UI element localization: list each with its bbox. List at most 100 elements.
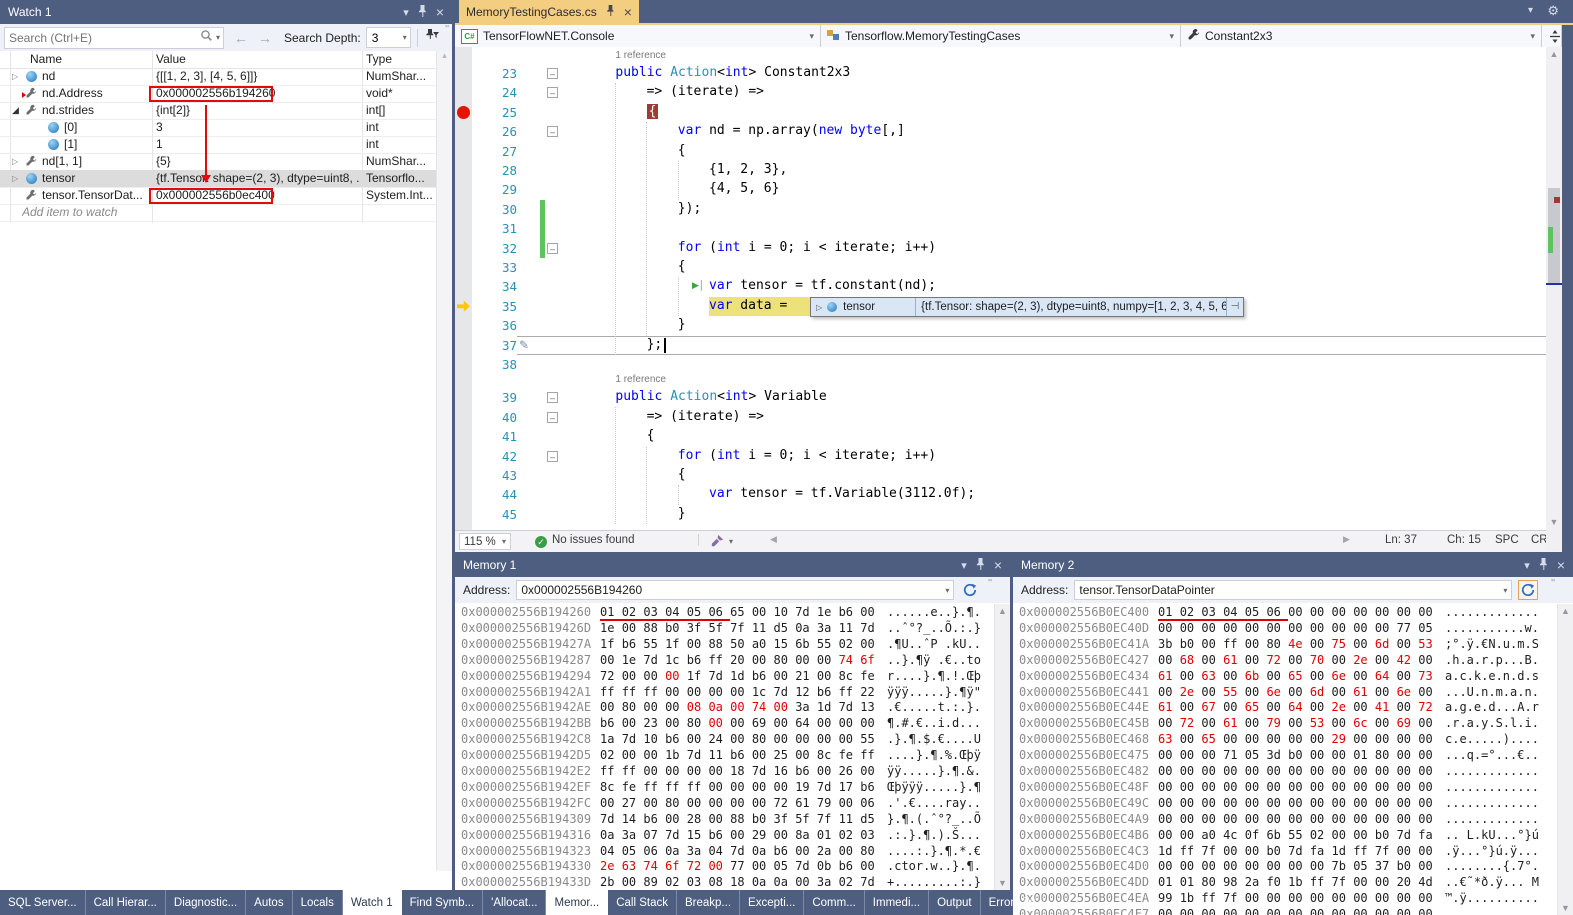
memory-row[interactable]: 0x000002556B19427A1f b6 55 1f 00 88 50 a…: [455, 637, 995, 653]
memory-row[interactable]: 0x000002556B1942BBb6 00 23 00 80 00 00 6…: [455, 716, 995, 732]
memory-row[interactable]: 0x000002556B19428700 1e 7d 1c b6 ff 20 0…: [455, 653, 995, 669]
memory-row[interactable]: 0x000002556B1943097d 14 b6 00 28 00 88 b…: [455, 812, 995, 828]
watch-row[interactable]: [1]1int: [0, 136, 437, 154]
tool-window-tab-comm[interactable]: Comm...: [804, 890, 864, 915]
memory-row[interactable]: 0x000002556B0EC4A900 00 00 00 00 00 00 0…: [1013, 812, 1558, 828]
tool-window-tab-watch-1[interactable]: Watch 1: [343, 890, 402, 915]
datatip-pin-icon[interactable]: ⊣: [1226, 298, 1243, 316]
toolbar-overflow-icon[interactable]: '': [988, 578, 992, 589]
hscroll-left-arrow[interactable]: ◀: [770, 534, 777, 545]
memory-row[interactable]: 0x000002556B1942AE00 80 00 00 08 0a 00 7…: [455, 700, 995, 716]
window-position-icon[interactable]: ▾: [1524, 559, 1530, 572]
memory-row[interactable]: 0x000002556B1942C81a 7d 10 b6 00 24 00 8…: [455, 732, 995, 748]
memory-row[interactable]: 0x000002556B0EC4F700 00 00 00 00 00 00 0…: [1013, 907, 1558, 915]
tab-close-icon[interactable]: ×: [624, 4, 632, 20]
code-editor[interactable]: 1 reference 23–public Action<int> Constan…: [455, 47, 1562, 530]
watch-row[interactable]: ▷nd[1, 1]{5}NumShar...: [0, 153, 437, 171]
memory-row[interactable]: 0x000002556B0EC42700 68 00 61 00 72 00 7…: [1013, 653, 1558, 669]
expander-collapsed-icon[interactable]: ▷: [12, 68, 18, 85]
expander-collapsed-icon[interactable]: ▷: [12, 153, 18, 170]
document-tab[interactable]: MemoryTestingCases.cs ×: [459, 0, 639, 23]
code-line[interactable]: 39–public Action<int> Variable: [455, 388, 1562, 407]
memory-row[interactable]: 0x000002556B0EC48200 00 00 00 00 00 00 0…: [1013, 764, 1558, 780]
tool-window-tab-diagnostic[interactable]: Diagnostic...: [166, 890, 246, 915]
tool-window-tab-breakp[interactable]: Breakp...: [677, 890, 740, 915]
watch-value[interactable]: {int[2]}: [156, 102, 360, 119]
code-line[interactable]: 23–public Action<int> Constant2x3: [455, 64, 1562, 83]
code-line[interactable]: 34▶│var tensor = tf.constant(nd);: [455, 277, 1562, 296]
tab-pin-icon[interactable]: [606, 5, 615, 19]
watch-column-header[interactable]: Name Value Type: [0, 51, 452, 69]
watch-search[interactable]: ▾: [4, 27, 224, 49]
breakpoint-icon[interactable]: [457, 106, 470, 119]
code-cleanup-icon[interactable]: [711, 534, 724, 550]
memory-row[interactable]: 0x000002556B1943160a 3a 07 7d 15 b6 00 2…: [455, 828, 995, 844]
tool-window-tab-locals[interactable]: Locals: [293, 890, 343, 915]
expander-collapsed-icon[interactable]: ▷: [12, 170, 18, 187]
close-icon[interactable]: ×: [1557, 557, 1565, 573]
tool-window-tab-error-list[interactable]: Error List: [981, 890, 1045, 915]
memory2-titlebar[interactable]: Memory 2 ▾ ×: [1013, 553, 1573, 577]
window-position-icon[interactable]: ▾: [403, 6, 409, 19]
gear-icon[interactable]: ⚙: [1547, 3, 1559, 19]
code-line[interactable]: 42–for (int i = 0; i < iterate; i++): [455, 447, 1562, 466]
memory2-address-input[interactable]: tensor.TensorDataPointer ▾: [1074, 580, 1512, 600]
pin-filter-icon[interactable]: [424, 28, 440, 48]
watch-name[interactable]: tensor.TensorDat...: [42, 187, 162, 204]
code-line[interactable]: 37✎};: [455, 336, 1562, 355]
codelens-references[interactable]: 1 reference: [615, 50, 666, 61]
memory-row[interactable]: 0x000002556B0EC47500 00 00 71 05 3d b0 0…: [1013, 748, 1558, 764]
memory-row[interactable]: 0x000002556B0EC40D00 00 00 00 00 00 00 0…: [1013, 621, 1558, 637]
memory1-titlebar[interactable]: Memory 1 ▾ ×: [455, 553, 1010, 577]
close-icon[interactable]: ×: [994, 557, 1002, 573]
code-line[interactable]: 36}: [455, 316, 1562, 335]
fold-collapse-icon[interactable]: –: [547, 126, 558, 137]
code-line[interactable]: 38: [455, 355, 1562, 374]
memory-row[interactable]: 0x000002556B19429472 00 00 00 1f 7d 1d b…: [455, 669, 995, 685]
tool-window-tab-call-stack[interactable]: Call Stack: [608, 890, 677, 915]
tool-window-tab-allocat[interactable]: 'Allocat...: [483, 890, 546, 915]
chevron-down-icon[interactable]: ▾: [729, 537, 733, 546]
memory-row[interactable]: 0x000002556B0EC41A3b b0 00 ff 00 80 4e 0…: [1013, 637, 1558, 653]
memory1-rows[interactable]: 0x000002556B19426001 02 03 04 05 06 65 0…: [455, 605, 995, 890]
search-icon[interactable]: [200, 29, 213, 47]
tool-window-tab-call-hierar[interactable]: Call Hierar...: [86, 890, 166, 915]
watch-name[interactable]: nd.Address: [42, 85, 162, 102]
column-type[interactable]: Type: [366, 52, 392, 66]
zoom-dropdown[interactable]: 115 % ▾: [459, 533, 511, 550]
code-line[interactable]: 30});: [455, 200, 1562, 219]
memory-row[interactable]: 0x000002556B0EC44E61 00 67 00 65 00 64 0…: [1013, 700, 1558, 716]
window-position-icon[interactable]: ▾: [1528, 5, 1533, 16]
tool-window-tab-autos[interactable]: Autos: [246, 890, 292, 915]
scroll-up-arrow[interactable]: ▲: [1546, 49, 1562, 59]
code-line[interactable]: 27{: [455, 142, 1562, 161]
code-line[interactable]: 24–=> (iterate) =>: [455, 83, 1562, 102]
code-line[interactable]: 32–for (int i = 0; i < iterate; i++): [455, 239, 1562, 258]
tool-window-tab-find-symb[interactable]: Find Symb...: [402, 890, 484, 915]
close-icon[interactable]: ×: [436, 4, 444, 20]
tool-window-tab-output[interactable]: Output: [929, 890, 981, 915]
type-dropdown[interactable]: Tensorflow.MemoryTestingCases ▾: [821, 25, 1181, 47]
code-line[interactable]: 31: [455, 219, 1562, 238]
back-arrow-icon[interactable]: ←: [234, 30, 248, 46]
search-depth-dropdown[interactable]: 3 ▾: [366, 27, 411, 48]
memory-row[interactable]: 0x000002556B0EC44100 2e 00 55 00 6e 00 6…: [1013, 685, 1558, 701]
fold-collapse-icon[interactable]: –: [547, 412, 558, 423]
column-name[interactable]: Name: [30, 52, 62, 66]
scroll-down-arrow[interactable]: ▼: [1546, 517, 1562, 527]
project-dropdown[interactable]: C# TensorFlowNET.Console ▾: [455, 25, 821, 47]
expander-open-icon[interactable]: ◢: [12, 102, 19, 119]
toolbar-overflow-icon[interactable]: '': [445, 24, 449, 35]
watch-titlebar[interactable]: Watch 1 ▾ ×: [0, 0, 452, 24]
fold-collapse-icon[interactable]: –: [547, 68, 558, 79]
watch-row[interactable]: [0]3int: [0, 119, 437, 137]
memory1-address-input[interactable]: 0x000002556B194260 ▾: [516, 580, 954, 600]
column-value[interactable]: Value: [156, 52, 186, 66]
memory-row[interactable]: 0x000002556B1943302e 63 74 6f 72 00 77 0…: [455, 859, 995, 875]
watch-value[interactable]: 3: [156, 119, 360, 136]
datatip-variable-name[interactable]: tensor: [843, 301, 915, 313]
code-line[interactable]: 44var tensor = tf.Variable(3112.0f);: [455, 485, 1562, 504]
code-line[interactable]: 41{: [455, 427, 1562, 446]
watch-name[interactable]: nd: [42, 68, 162, 85]
memory-row[interactable]: 0x000002556B0EC45B00 72 00 61 00 79 00 5…: [1013, 716, 1558, 732]
